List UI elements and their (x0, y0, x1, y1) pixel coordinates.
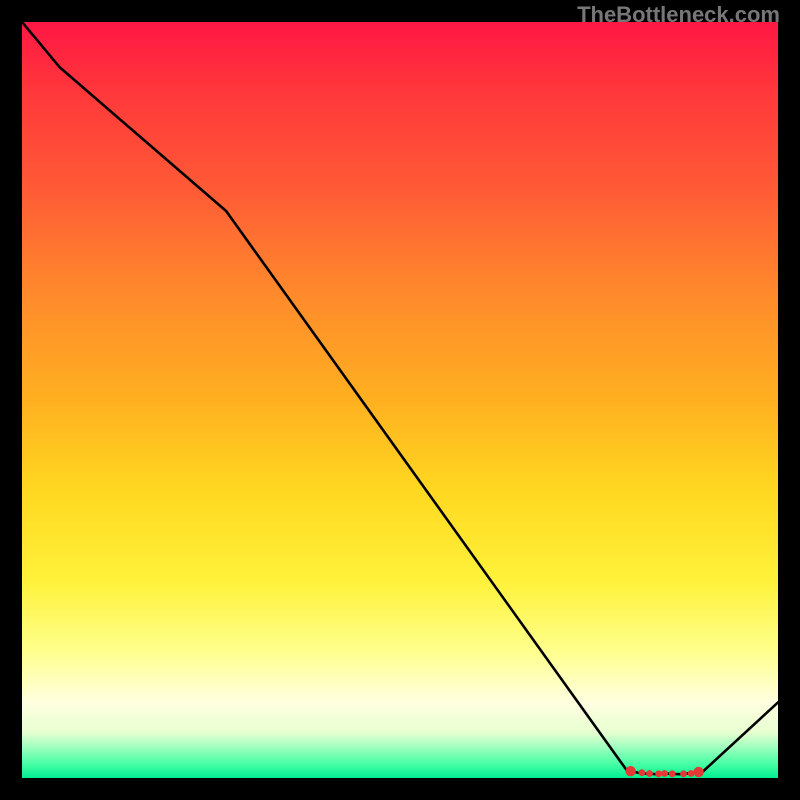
chart-svg (22, 22, 778, 778)
marker-point (661, 770, 668, 777)
plot-area (22, 22, 778, 778)
marker-point (646, 770, 653, 777)
marker-point (625, 766, 635, 776)
chart-line (22, 22, 778, 774)
marker-point (639, 769, 646, 776)
marker-point (680, 770, 687, 777)
marker-point (655, 770, 662, 777)
marker-point (693, 767, 703, 777)
marker-point (669, 770, 676, 777)
chart-container: TheBottleneck.com (0, 0, 800, 800)
